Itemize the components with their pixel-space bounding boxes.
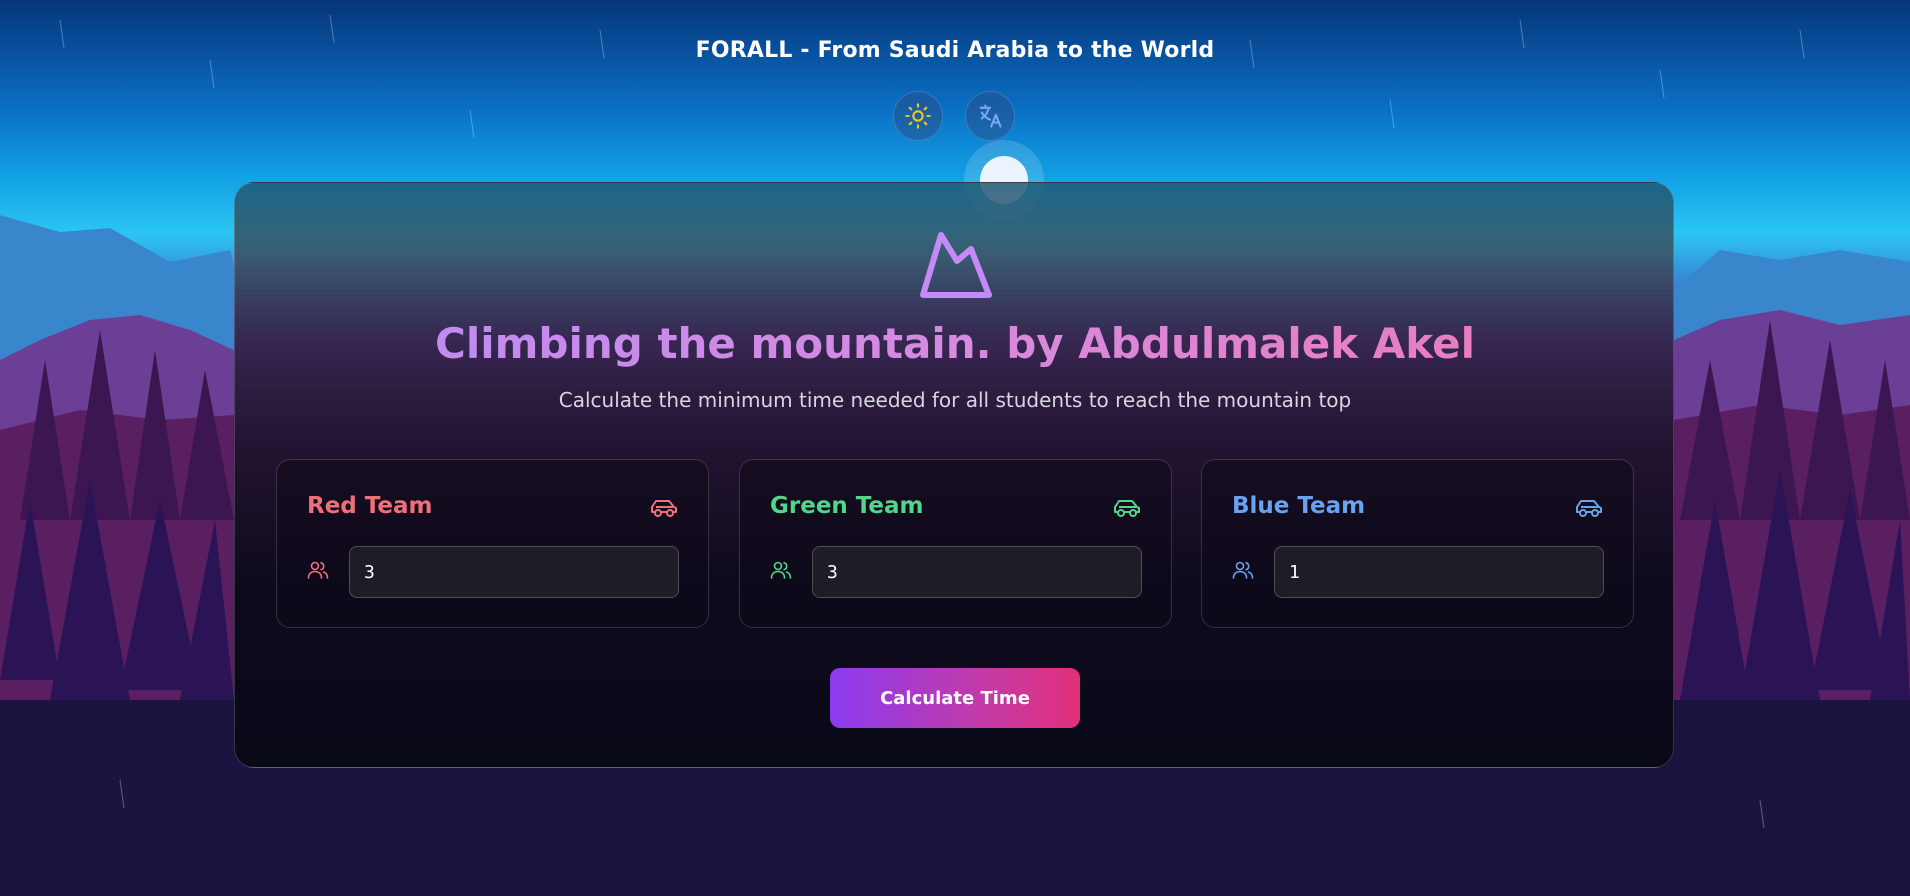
page-title: Climbing the mountain. by Abdulmalek Ake… xyxy=(235,319,1673,368)
theme-toggle-button[interactable] xyxy=(893,91,943,141)
calculator-card: Climbing the mountain. by Abdulmalek Ake… xyxy=(234,182,1674,768)
car-icon xyxy=(1114,500,1140,517)
page-subtitle: Calculate the minimum time needed for al… xyxy=(558,388,1352,412)
team-name: Red Team xyxy=(307,493,433,519)
calculate-time-button[interactable]: Calculate Time xyxy=(830,668,1080,728)
team-name: Blue Team xyxy=(1232,493,1366,519)
car-icon xyxy=(651,500,677,517)
red-team-students-input[interactable] xyxy=(349,546,679,598)
users-icon xyxy=(770,561,792,579)
sun-icon xyxy=(905,103,931,129)
page: FORALL - From Saudi Arabia to the World xyxy=(0,0,1910,896)
team-card-red: Red Team xyxy=(276,459,709,628)
green-team-students-input[interactable] xyxy=(812,546,1142,598)
car-icon xyxy=(1576,500,1602,517)
users-icon xyxy=(1232,561,1254,579)
team-card-green: Green Team xyxy=(739,459,1172,628)
team-card-blue: Blue Team xyxy=(1201,459,1634,628)
translate-icon xyxy=(979,104,1002,128)
mountain-icon xyxy=(920,232,992,298)
site-title: FORALL - From Saudi Arabia to the World xyxy=(695,38,1215,63)
users-icon xyxy=(307,561,329,579)
language-toggle-button[interactable] xyxy=(965,91,1015,141)
team-name: Green Team xyxy=(770,493,924,519)
blue-team-students-input[interactable] xyxy=(1274,546,1604,598)
